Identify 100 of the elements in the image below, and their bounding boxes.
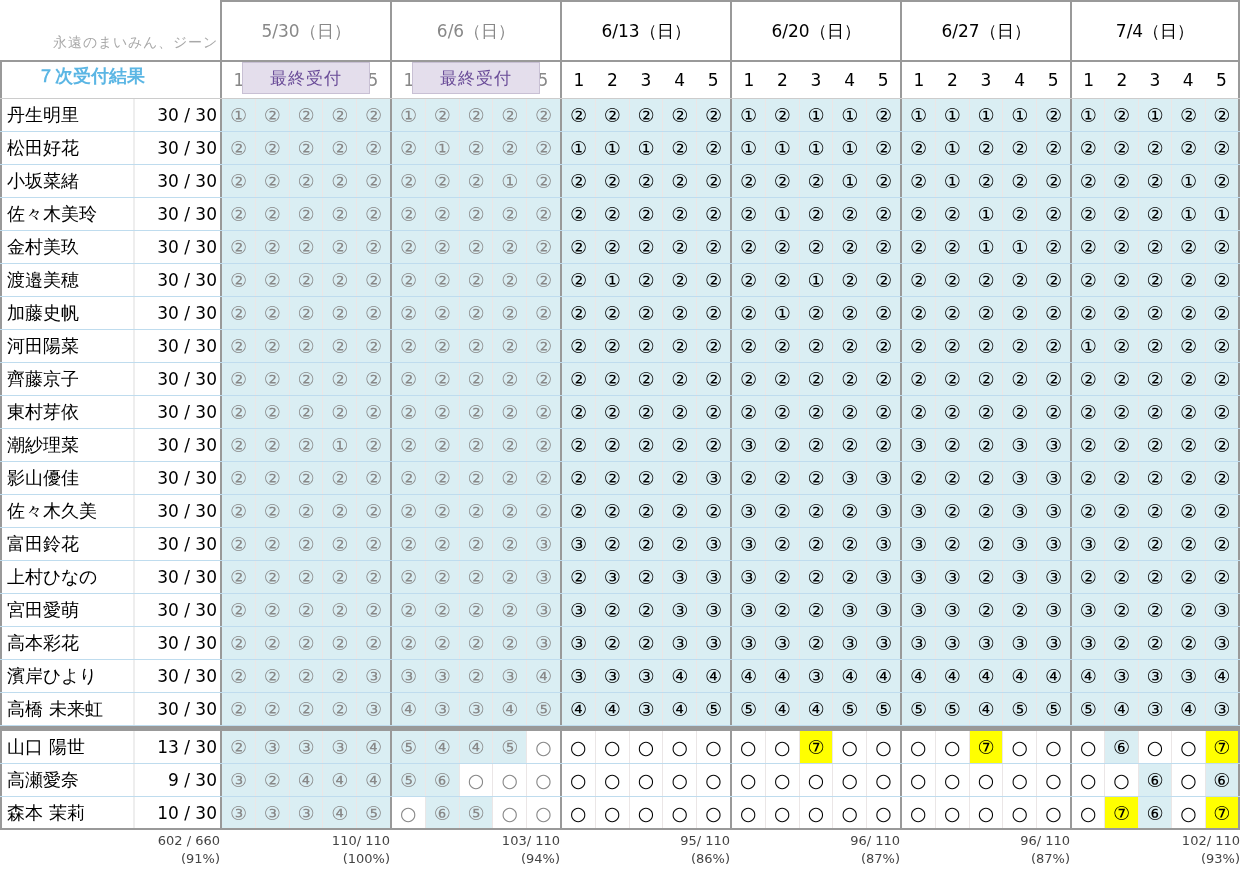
mark-cell: ②: [663, 198, 698, 230]
mark-cell: ②: [357, 462, 390, 494]
caption-text: 永遠のまいみん、ジーン: [53, 34, 218, 52]
mark-cell: ②: [902, 396, 936, 428]
mark-cell: ⑤: [902, 693, 936, 725]
mark-cell: ②: [289, 429, 324, 461]
mark-cell: ②: [323, 396, 358, 428]
mark-cell: ②: [323, 132, 358, 164]
mark-cell: ②: [595, 363, 630, 395]
mark-cell: ③: [935, 594, 970, 626]
mark-cell: ②: [289, 627, 324, 659]
mark-cell: ⑤: [732, 693, 766, 725]
day-total-text: 102/ 110 (93%): [1180, 832, 1240, 868]
mark-cell: ①: [765, 132, 800, 164]
mark-cell: ②: [357, 594, 390, 626]
mark-cell: ②: [1105, 528, 1139, 560]
mark-cell: ④: [562, 693, 596, 725]
mark-cell: ②: [255, 99, 290, 131]
mark-cell: ②: [392, 627, 426, 659]
mark-cell: ②: [969, 528, 1004, 560]
mark-cell: ②: [799, 396, 834, 428]
mark-cell: ④: [1072, 660, 1106, 692]
mark-cell: ②: [663, 165, 698, 197]
mark-cell: ②: [392, 462, 426, 494]
mark-cell: ②: [732, 198, 766, 230]
mark-cell: ②: [392, 297, 426, 329]
day-total-text: 103/ 110 (94%): [500, 832, 560, 868]
mark-cell: ②: [595, 231, 630, 263]
mark-cell: ②: [1205, 528, 1239, 560]
mark-cell: ①: [935, 165, 970, 197]
name-cell: 松田好花: [0, 132, 135, 164]
mark-cell: ②: [222, 594, 256, 626]
mark-cell: ②: [1205, 297, 1239, 329]
mark-cell: ②: [425, 561, 460, 593]
mark-cell: ②: [1037, 132, 1070, 164]
mark-cell: ②: [732, 231, 766, 263]
mark-cell: ②: [1105, 165, 1139, 197]
mark-cell: ②: [357, 495, 390, 527]
mark-cell: ⑥: [425, 797, 460, 828]
mark-cell: ②: [289, 231, 324, 263]
mark-cell: ②: [562, 231, 596, 263]
mark-cell: ②: [459, 165, 494, 197]
mark-cell: ②: [1072, 132, 1106, 164]
mark-cell: ②: [1072, 462, 1106, 494]
mark-cell: ③: [732, 561, 766, 593]
mark-cell: ②: [697, 231, 730, 263]
mark-cell: ③: [663, 594, 698, 626]
mark-cell: ②: [392, 165, 426, 197]
mark-cell: ②: [392, 330, 426, 362]
mark-cell: ③: [697, 627, 730, 659]
mark-cell: ②: [255, 462, 290, 494]
mark-cell: ②: [1037, 330, 1070, 362]
mark-cell: ②: [1072, 264, 1106, 296]
mark-cell: ③: [867, 594, 900, 626]
mark-cell: ②: [663, 396, 698, 428]
mark-cell: ②: [935, 330, 970, 362]
mark-cell: ②: [867, 231, 900, 263]
mark-cell: ②: [732, 363, 766, 395]
mark-cell: ②: [867, 132, 900, 164]
mark-cell: ②: [493, 429, 528, 461]
mark-cell: ②: [357, 165, 390, 197]
mark-cell: ②: [595, 330, 630, 362]
mark-cell: ③: [1172, 660, 1206, 692]
mark-cell: ②: [799, 528, 834, 560]
mark-cell: ③: [357, 660, 390, 692]
mark-cell: ④: [1172, 693, 1206, 725]
mark-cell: ②: [392, 495, 426, 527]
date-header: 7/4（日）: [1070, 0, 1240, 60]
mark-cell: ②: [1138, 462, 1173, 494]
mark-cell: ②: [1072, 231, 1106, 263]
mark-cell: ②: [1072, 429, 1106, 461]
mark-cell: ①: [732, 132, 766, 164]
mark-cell: ②: [629, 429, 664, 461]
mark-cell: ②: [595, 165, 630, 197]
mark-cell: ②: [833, 396, 868, 428]
mark-cell: ②: [255, 528, 290, 560]
mark-cell: ②: [663, 297, 698, 329]
mark-cell: ②: [222, 330, 256, 362]
mark-cell: ②: [629, 264, 664, 296]
mark-cell: ②: [289, 462, 324, 494]
name-cell: 東村芽依: [0, 396, 135, 428]
mark-cell: ①: [833, 165, 868, 197]
day-total-text: 110/ 110 (100%): [330, 832, 390, 868]
mark-cell: ②: [459, 99, 494, 131]
slot-number: 3: [979, 70, 993, 90]
mark-cell: ①: [935, 132, 970, 164]
mark-cell: ②: [732, 264, 766, 296]
mark-cell: ①: [392, 99, 426, 131]
mark-cell: ②: [459, 660, 494, 692]
name-cell: 齊藤京子: [0, 363, 135, 395]
mark-cell: ②: [425, 495, 460, 527]
mark-cell: ②: [357, 429, 390, 461]
mark-cell: ②: [1172, 429, 1206, 461]
mark-cell: ③: [902, 429, 936, 461]
slot-number: 3: [639, 70, 653, 90]
slot-number: 4: [673, 70, 686, 90]
mark-cell: ③: [1205, 693, 1239, 725]
mark-cell: ④: [425, 731, 460, 763]
mark-cell: ②: [629, 231, 664, 263]
mark-cell: ②: [255, 495, 290, 527]
